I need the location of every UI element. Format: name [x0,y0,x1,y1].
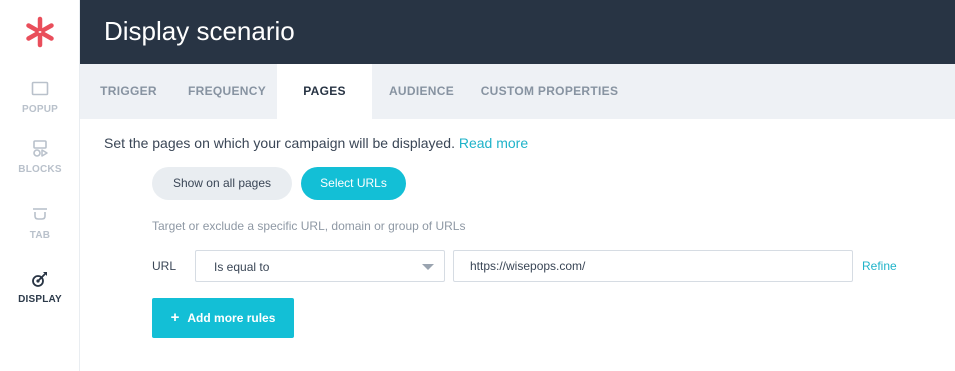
url-value-input[interactable] [453,250,853,282]
add-more-rules-label: Add more rules [187,311,276,325]
blocks-icon [33,140,48,157]
sidebar-item-label: DISPLAY [18,294,62,305]
tab-trigger[interactable]: TRIGGER [80,64,177,119]
tab-custom-properties[interactable]: CUSTOM PROPERTIES [471,64,628,119]
add-more-rules-button[interactable]: + Add more rules [152,298,294,338]
select-urls-button[interactable]: Select URLs [301,167,406,200]
description-text: Set the pages on which your campaign wil… [104,135,455,151]
url-operator-value: Is equal to [214,260,270,274]
url-rule-label: URL [152,259,177,273]
targeting-hint: Target or exclude a specific URL, domain… [152,219,466,233]
show-all-pages-button[interactable]: Show on all pages [152,167,292,200]
sidebar-item-label: POPUP [21,104,58,115]
sidebar: POPUP BLOCKS TAB DISPLAY [0,0,80,371]
tab-bar: TRIGGER FREQUENCY PAGES AUDIENCE CUSTOM … [80,64,955,119]
pages-description: Set the pages on which your campaign wil… [104,135,528,151]
page-header: Display scenario [80,0,955,64]
tab-icon [33,208,47,220]
sidebar-item-display[interactable]: DISPLAY [0,270,80,305]
sidebar-item-tab[interactable]: TAB [0,206,80,241]
chevron-down-icon [422,264,434,270]
display-target-icon [32,272,47,287]
refine-link[interactable]: Refine [862,259,897,273]
url-operator-select[interactable]: Is equal to [195,250,445,282]
plus-icon: + [170,309,180,326]
page-title: Display scenario [104,16,295,46]
sidebar-item-label: BLOCKS [18,164,62,175]
sidebar-item-popup[interactable]: POPUP [0,80,80,115]
read-more-link[interactable]: Read more [459,135,528,151]
asterisk-logo-icon[interactable] [24,16,56,48]
sidebar-item-blocks[interactable]: BLOCKS [0,140,80,175]
sidebar-item-label: TAB [29,230,51,241]
tab-frequency[interactable]: FREQUENCY [177,64,277,119]
tab-audience[interactable]: AUDIENCE [372,64,471,119]
tab-pages[interactable]: PAGES [277,64,372,119]
popup-icon [31,81,49,96]
